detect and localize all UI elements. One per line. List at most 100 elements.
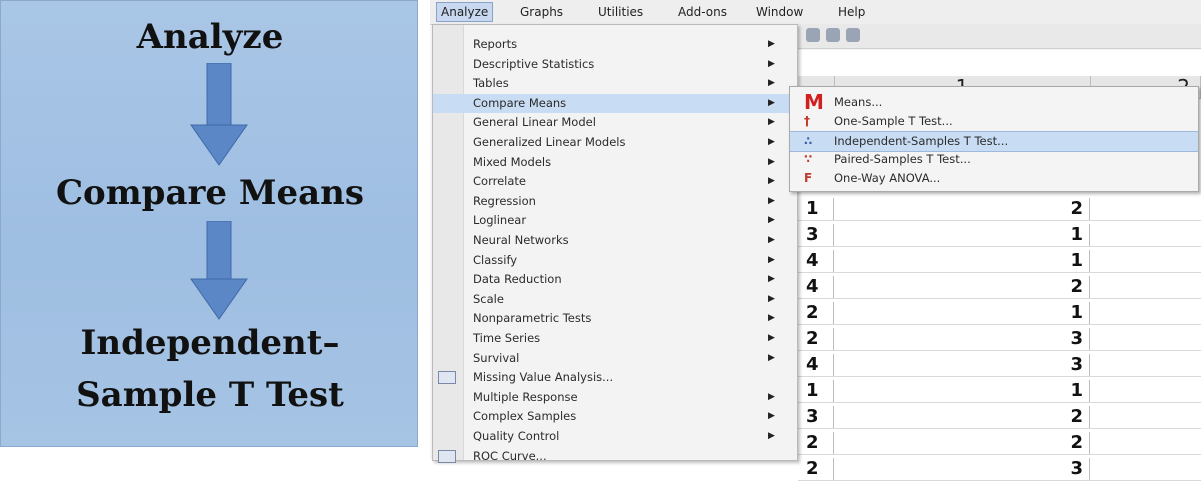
down-arrow-icon: [190, 221, 248, 320]
table-row: 42: [798, 276, 1201, 299]
one-sample-icon: †: [804, 114, 810, 128]
menu-item-label: Reports: [473, 37, 518, 51]
menu-item-label: Loglinear: [473, 213, 527, 228]
table-cell[interactable]: 4: [798, 276, 834, 298]
menu-item[interactable]: Quality Control ▶: [433, 427, 797, 446]
table-cell[interactable]: 4: [798, 354, 834, 376]
table-cell[interactable]: 1: [834, 302, 1090, 324]
menu-item[interactable]: Scale ▶: [433, 290, 797, 309]
step-independent-line1: Independent–: [80, 323, 340, 363]
submenu-item[interactable]: ∴ Independent-Samples T Test...: [790, 131, 1198, 152]
menu-item[interactable]: ROC Curve...: [433, 447, 797, 466]
table-row: 43: [798, 354, 1201, 377]
submenu-item[interactable]: ∵ Paired-Samples T Test...: [790, 150, 1198, 169]
menu-item[interactable]: Mixed Models ▶: [433, 153, 797, 172]
menu-item[interactable]: Multiple Response ▶: [433, 388, 797, 407]
menu-item[interactable]: Correlate ▶: [433, 172, 797, 191]
table-cell[interactable]: 2: [798, 458, 834, 480]
menu-item[interactable]: Time Series ▶: [433, 329, 797, 348]
table-cell[interactable]: 4: [798, 250, 834, 272]
table-cell[interactable]: 2: [834, 432, 1090, 454]
menu-item[interactable]: General Linear Model ▶: [433, 113, 797, 132]
menu-item-label: Correlate: [473, 174, 526, 189]
menu-item-label: Nonparametric Tests: [473, 311, 592, 326]
menu-add-ons[interactable]: Add-ons: [678, 5, 727, 19]
table-cell[interactable]: 1: [834, 250, 1090, 272]
menu-window[interactable]: Window: [756, 5, 803, 19]
menu-item[interactable]: Regression ▶: [433, 192, 797, 211]
roc-curve-icon: [438, 449, 456, 463]
menu-item-label: Missing Value Analysis...: [473, 370, 614, 385]
submenu-item[interactable]: F One-Way ANOVA...: [790, 169, 1198, 188]
table-cell[interactable]: 2: [834, 276, 1090, 298]
menu-item-label: Regression: [473, 193, 536, 208]
paired-samples-icon: ∵: [804, 152, 813, 166]
submenu-arrow-icon: ▶: [768, 235, 775, 245]
table-cell[interactable]: 3: [834, 458, 1090, 480]
table-cell[interactable]: 1: [834, 224, 1090, 246]
table-cell[interactable]: 1: [798, 380, 834, 402]
menu-item[interactable]: Nonparametric Tests ▶: [433, 309, 797, 328]
table-row: 32: [798, 406, 1201, 429]
menu-graphs[interactable]: Graphs: [520, 5, 563, 19]
menu-item-label: ROC Curve...: [473, 448, 547, 463]
instruction-panel: Analyze Compare Means Independent– Sampl…: [0, 0, 418, 447]
table-cell[interactable]: 3: [798, 224, 834, 246]
menu-item[interactable]: Tables ▶: [433, 74, 797, 93]
spss-window: Analyze Graphs Utilities Add-ons Window …: [430, 0, 1201, 481]
menu-item[interactable]: Complex Samples ▶: [433, 407, 797, 426]
menu-item[interactable]: Descriptive Statistics ▶: [433, 55, 797, 74]
means-icon: M: [804, 90, 824, 114]
table-row: 11: [798, 380, 1201, 403]
toolbar-icon[interactable]: [826, 28, 840, 42]
submenu-arrow-icon: ▶: [768, 78, 775, 89]
submenu-arrow-icon: ▶: [768, 156, 775, 167]
menu-item-label: Descriptive Statistics: [473, 56, 595, 71]
menu-item[interactable]: Compare Means ▶: [433, 93, 797, 113]
menu-help[interactable]: Help: [838, 5, 865, 19]
toolbar-icon[interactable]: [806, 28, 820, 42]
table-row: 21: [798, 302, 1201, 325]
menu-item[interactable]: Generalized Linear Models ▶: [433, 133, 797, 152]
menu-utilities[interactable]: Utilities: [598, 5, 643, 19]
menu-item[interactable]: Missing Value Analysis...: [433, 368, 797, 387]
submenu-arrow-icon: ▶: [768, 391, 775, 402]
toolbar: [798, 24, 1201, 49]
table-cell[interactable]: 3: [834, 354, 1090, 376]
menu-item[interactable]: Survival ▶: [433, 349, 797, 368]
compare-means-submenu: M Means... † One-Sample T Test... ∴ Independe…: [789, 86, 1199, 192]
submenu-arrow-icon: ▶: [768, 137, 775, 147]
table-cell[interactable]: 1: [798, 198, 834, 220]
menu-item-label: Quality Control: [473, 429, 560, 443]
independent-samples-icon: ∴: [804, 134, 813, 148]
menu-item-label: Compare Means: [473, 95, 567, 110]
table-row: 22: [798, 432, 1201, 455]
anova-icon: F: [804, 171, 813, 185]
menu-item-label: Tables: [473, 76, 509, 91]
menu-item[interactable]: Reports ▶: [433, 35, 797, 54]
menu-item[interactable]: Data Reduction ▶: [433, 270, 797, 289]
table-cell[interactable]: 2: [834, 198, 1090, 220]
menu-item-label: Scale: [473, 291, 504, 306]
table-cell[interactable]: 2: [798, 302, 834, 324]
table-row: 23: [798, 328, 1201, 351]
table-row: 23: [798, 458, 1201, 481]
table-cell[interactable]: 3: [798, 406, 834, 428]
table-cell[interactable]: 2: [834, 406, 1090, 428]
menu-item-label: Time Series: [473, 331, 541, 345]
table-cell[interactable]: 3: [834, 328, 1090, 350]
analyze-menu: Reports ▶ Descriptive Statistics ▶ Tables ▶ Co…: [432, 24, 798, 463]
submenu-arrow-icon: ▶: [768, 274, 775, 285]
table-cell[interactable]: 2: [798, 328, 834, 350]
table-row: 31: [798, 224, 1201, 247]
table-cell[interactable]: 2: [798, 432, 834, 454]
menu-item[interactable]: Classify ▶: [433, 251, 797, 270]
table-cell[interactable]: 1: [834, 380, 1090, 402]
menu-item[interactable]: Neural Networks ▶: [433, 231, 797, 250]
submenu-item[interactable]: † One-Sample T Test...: [790, 112, 1198, 131]
menu-analyze[interactable]: Analyze: [436, 2, 494, 22]
submenu-arrow-icon: ▶: [768, 352, 775, 363]
menu-item[interactable]: Loglinear ▶: [433, 211, 797, 230]
toolbar-icon[interactable]: [846, 28, 860, 42]
submenu-item[interactable]: M Means...: [790, 90, 1198, 114]
